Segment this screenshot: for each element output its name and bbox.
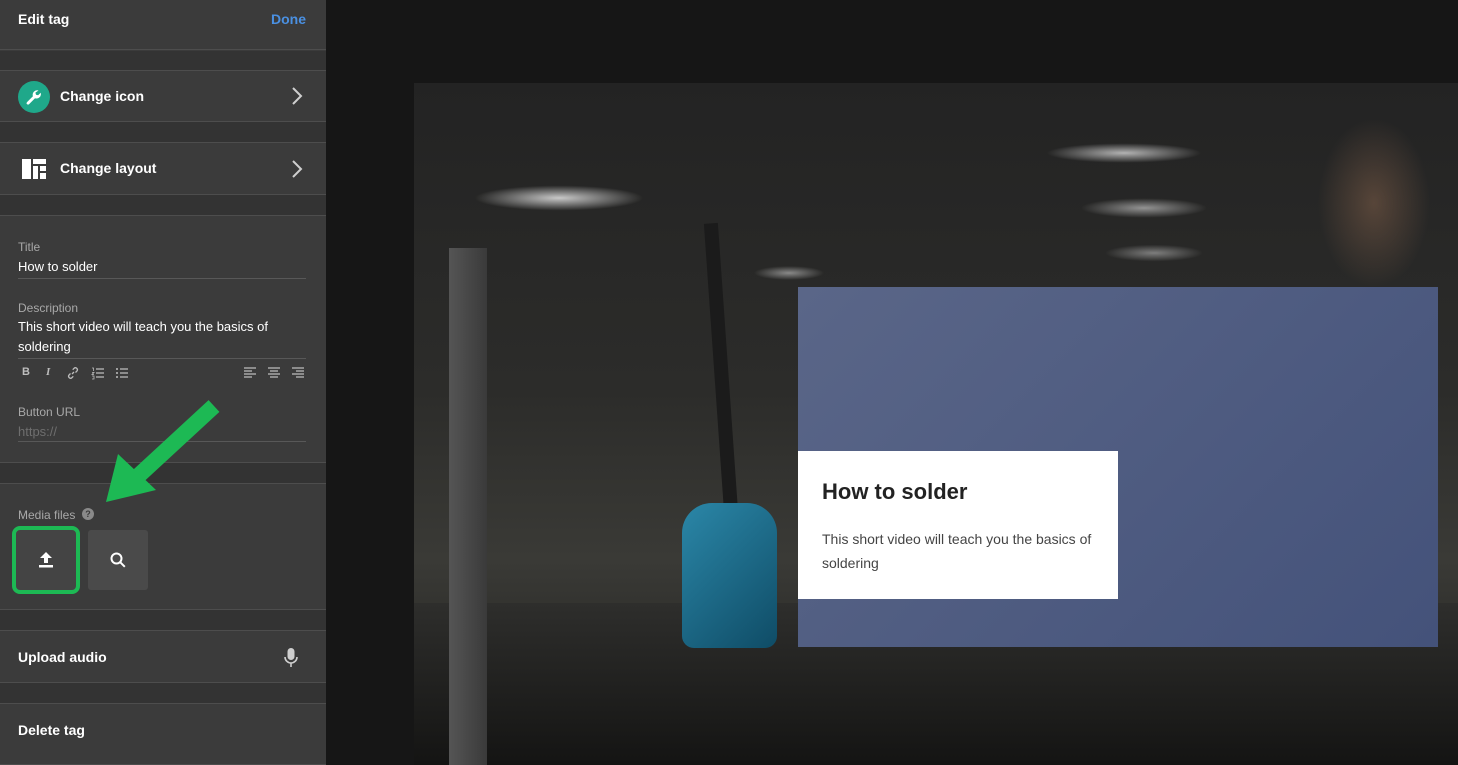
card-title: How to solder <box>822 479 968 504</box>
wrench-icon <box>18 81 50 113</box>
change-layout-label: Change layout <box>60 160 157 176</box>
change-icon-label: Change icon <box>60 88 145 104</box>
description-label: Description <box>18 301 79 315</box>
done-button[interactable]: Done <box>271 11 306 27</box>
tag-overlay[interactable]: How to solder This short video will teac… <box>798 287 1438 647</box>
align-center-icon[interactable] <box>267 366 281 380</box>
section-gap <box>0 683 326 703</box>
background-photo-pillar <box>449 248 487 765</box>
delete-tag-label: Delete tag <box>18 722 85 738</box>
chevron-right-icon <box>292 160 303 178</box>
align-right-icon[interactable] <box>291 366 305 380</box>
panel-title: Edit tag <box>18 11 70 27</box>
chevron-right-icon <box>292 87 303 105</box>
layout-icon <box>22 159 46 179</box>
italic-button[interactable]: I <box>46 366 50 378</box>
title-field[interactable]: How to solder <box>18 257 306 279</box>
align-left-icon[interactable] <box>243 366 257 380</box>
annotation-arrow-icon <box>106 400 220 502</box>
delete-tag-row[interactable]: Delete tag <box>0 703 326 765</box>
change-layout-row[interactable]: Change layout <box>0 142 326 195</box>
media-files-label: Media files <box>18 508 76 522</box>
upload-audio-label: Upload audio <box>18 649 107 665</box>
background-photo-tool <box>682 503 777 648</box>
upload-audio-row[interactable]: Upload audio <box>0 630 326 683</box>
text-format-toolbar: B I <box>18 366 306 382</box>
bullet-list-icon[interactable] <box>115 366 129 380</box>
tag-preview: How to solder This short video will teac… <box>414 83 1458 765</box>
search-icon <box>110 552 126 568</box>
change-icon-row[interactable]: Change icon <box>0 70 326 122</box>
section-gap <box>0 195 326 215</box>
panel-header: Edit tag Done <box>0 0 326 50</box>
button-url-label: Button URL <box>18 405 81 419</box>
ordered-list-icon[interactable] <box>91 366 105 380</box>
edit-tag-panel: Edit tag Done Change icon Change layout <box>0 0 326 765</box>
microphone-icon <box>284 648 298 667</box>
search-media-button[interactable] <box>88 530 148 590</box>
background-photo-lamp <box>703 222 739 514</box>
upload-media-button[interactable] <box>12 526 80 594</box>
section-gap <box>0 122 326 142</box>
help-icon[interactable]: ? <box>82 508 94 520</box>
link-icon[interactable] <box>66 366 80 380</box>
section-gap <box>0 610 326 630</box>
bold-button[interactable]: B <box>22 366 30 378</box>
upload-icon <box>39 552 53 568</box>
card-description: This short video will teach you the basi… <box>822 531 1092 571</box>
description-field[interactable]: This short video will teach you the basi… <box>18 317 306 359</box>
tag-card: How to solder This short video will teac… <box>798 451 1118 599</box>
title-label: Title <box>18 240 41 254</box>
section-gap <box>0 51 326 70</box>
